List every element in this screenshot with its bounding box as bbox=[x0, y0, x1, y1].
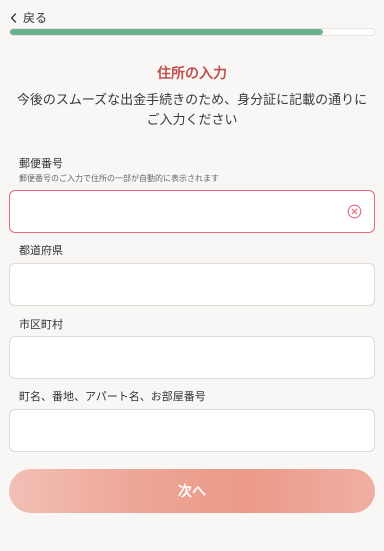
city-label: 市区町村 bbox=[19, 318, 63, 331]
postal-code-field-container bbox=[9, 190, 375, 233]
prefecture-field-container bbox=[9, 263, 375, 306]
prefecture-label: 都道府県 bbox=[19, 244, 63, 257]
progress-fill bbox=[10, 29, 324, 35]
prefecture-field[interactable] bbox=[10, 264, 374, 305]
clear-circle-icon[interactable] bbox=[347, 204, 362, 219]
city-field-container bbox=[9, 336, 375, 379]
page-description: 今後のスムーズな出金手続きのため、身分証に記載の通りにご入力ください bbox=[16, 93, 368, 128]
back-button[interactable]: 戻る bbox=[10, 9, 47, 26]
chevron-left-icon bbox=[10, 12, 17, 23]
street-field-container bbox=[9, 409, 375, 452]
city-field[interactable] bbox=[10, 337, 374, 378]
next-button[interactable]: 次へ bbox=[9, 469, 375, 513]
postal-code-field[interactable] bbox=[10, 191, 374, 232]
street-field[interactable] bbox=[10, 410, 374, 451]
page-title: 住所の入力 bbox=[157, 66, 227, 82]
postal-code-hint: 郵便番号のご入力で住所の一部が自動的に表示されます bbox=[19, 174, 219, 183]
street-label: 町名、番地、アパート名、お部屋番号 bbox=[19, 390, 206, 403]
postal-code-label: 郵便番号 bbox=[19, 157, 63, 170]
progress-bar bbox=[9, 28, 375, 36]
back-label: 戻る bbox=[23, 11, 48, 25]
